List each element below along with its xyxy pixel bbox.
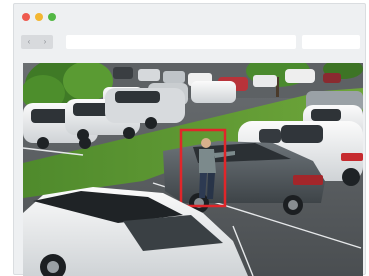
close-button[interactable]: [22, 13, 30, 21]
zoom-button[interactable]: [48, 13, 56, 21]
forward-button[interactable]: ›: [37, 35, 53, 49]
nav-buttons: ‹ ›: [21, 35, 53, 49]
address-bar[interactable]: [66, 35, 296, 49]
browser-window: ‹ ›: [13, 3, 366, 276]
search-field[interactable]: [302, 35, 360, 49]
chevron-left-icon: ‹: [27, 37, 31, 46]
camera-view: [23, 63, 363, 276]
back-button[interactable]: ‹: [21, 35, 37, 49]
chevron-right-icon: ›: [43, 37, 47, 46]
title-bar: [14, 4, 365, 30]
minimize-button[interactable]: [35, 13, 43, 21]
toolbar: ‹ ›: [14, 30, 365, 58]
parking-lot-image: [23, 63, 363, 276]
